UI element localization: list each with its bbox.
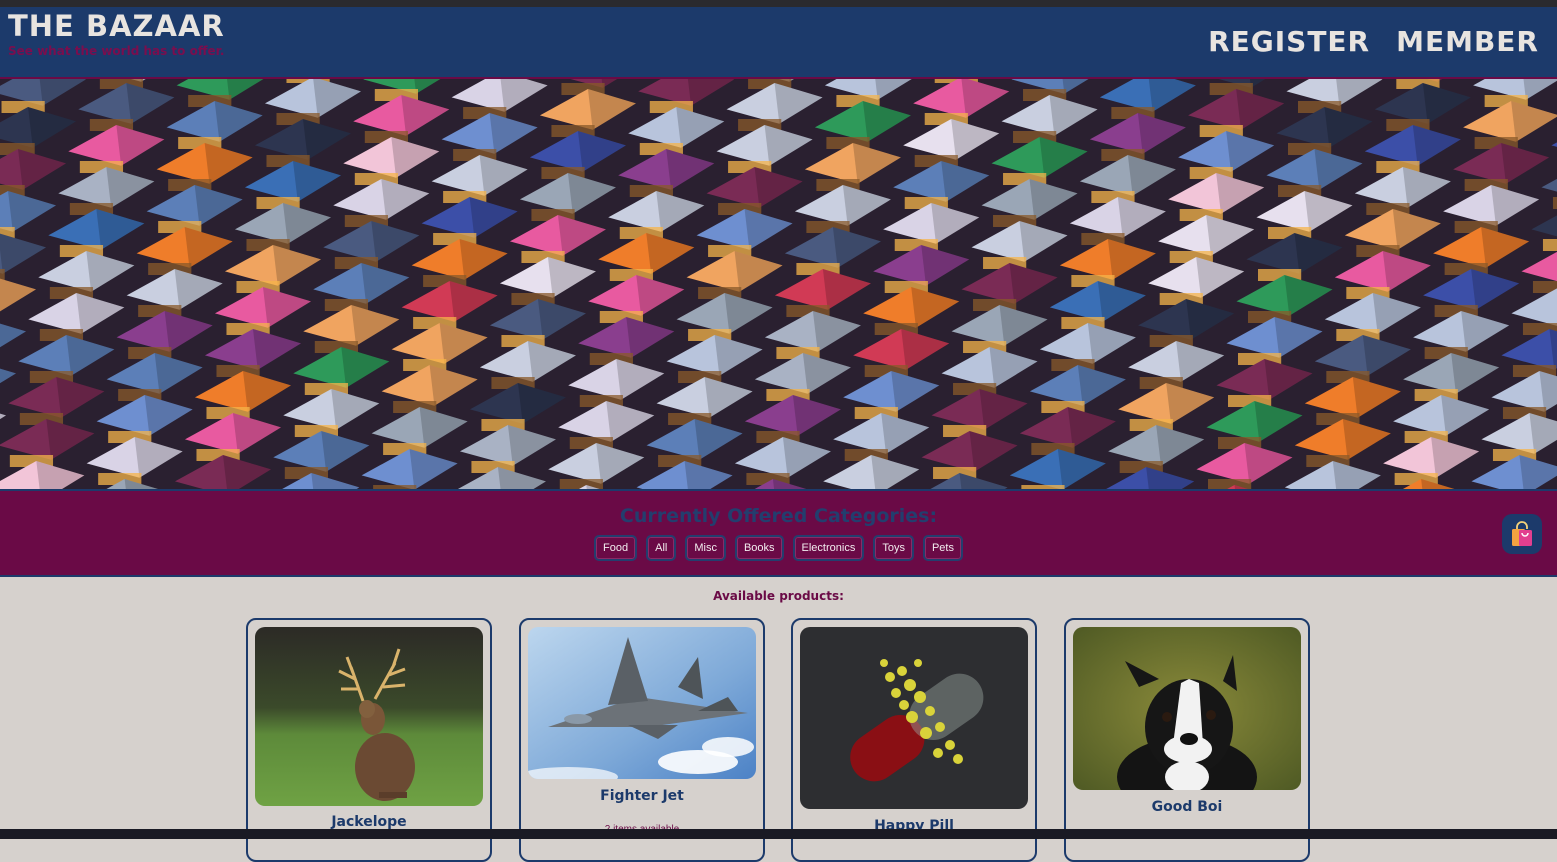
category-list: Food All Misc Books Electronics Toys Pet… bbox=[0, 535, 1557, 561]
product-card-happy-pill[interactable]: Happy Pill bbox=[791, 618, 1037, 862]
product-card-jackelope[interactable]: Jackelope bbox=[246, 618, 492, 862]
category-books-button[interactable]: Books bbox=[734, 535, 784, 561]
boston-terrier-image bbox=[1073, 627, 1301, 790]
product-card-good-boi[interactable]: Good Boi bbox=[1064, 618, 1310, 862]
member-link[interactable]: MEMBER bbox=[1396, 25, 1539, 58]
category-misc-button[interactable]: Misc bbox=[685, 535, 726, 561]
category-food-button[interactable]: Food bbox=[594, 535, 638, 561]
cart-button[interactable] bbox=[1502, 514, 1542, 554]
categories-heading: Currently Offered Categories: bbox=[619, 505, 938, 527]
category-toys-button[interactable]: Toys bbox=[873, 535, 914, 561]
hero-banner-image bbox=[0, 79, 1557, 489]
register-link[interactable]: REGISTER bbox=[1208, 25, 1370, 58]
shopping-bag-icon bbox=[1512, 521, 1532, 546]
main-nav: REGISTER MEMBER bbox=[1208, 25, 1539, 58]
window-bottom-strip bbox=[0, 829, 1557, 839]
product-card-fighter-jet[interactable]: Fighter Jet 2 items available bbox=[519, 618, 765, 862]
categories-bar: Currently Offered Categories: Food All M… bbox=[0, 489, 1557, 577]
product-name: Jackelope bbox=[331, 814, 407, 830]
category-electronics-button[interactable]: Electronics bbox=[792, 535, 865, 561]
available-products-label: Available products: bbox=[713, 589, 844, 603]
site-tagline: See what the world has to offer. bbox=[8, 44, 225, 58]
product-name: Good Boi bbox=[1151, 799, 1223, 815]
site-header: THE BAZAAR See what the world has to off… bbox=[0, 7, 1557, 79]
category-pets-button[interactable]: Pets bbox=[922, 535, 963, 561]
jackalope-image bbox=[255, 627, 483, 806]
window-top-strip bbox=[0, 0, 1557, 7]
site-title[interactable]: THE BAZAAR bbox=[8, 9, 225, 43]
product-name: Fighter Jet bbox=[600, 788, 684, 804]
category-all-button[interactable]: All bbox=[646, 535, 677, 561]
fighter-jet-image bbox=[528, 627, 756, 779]
happy-pill-image bbox=[800, 627, 1028, 809]
